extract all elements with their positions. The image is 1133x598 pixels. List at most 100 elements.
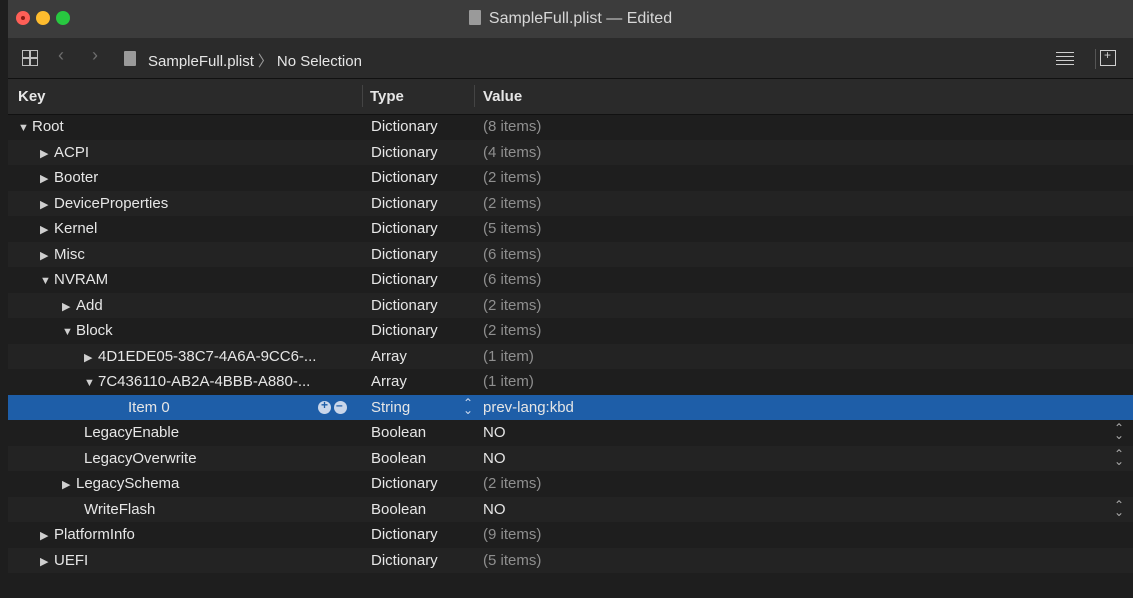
outline-row[interactable]: ▶ Booter Dictionary (2 items) xyxy=(8,165,1133,191)
outline-row[interactable]: ▼ Block Dictionary (2 items) xyxy=(8,318,1133,344)
row-key-cell[interactable]: ▶ LegacySchema xyxy=(62,475,179,492)
column-value-header[interactable]: Value xyxy=(483,88,522,105)
disclosure-expanded-icon[interactable]: ▼ xyxy=(40,275,54,287)
row-key-cell[interactable]: ▼ Root xyxy=(18,118,64,135)
row-value-cell[interactable]: NO xyxy=(483,424,506,441)
outline-row[interactable]: ▼ 7C436110-AB2A-4BBB-A880-... Array (1 item… xyxy=(8,369,1133,395)
row-value-cell[interactable]: prev-lang:kbd xyxy=(483,399,574,416)
row-type-cell[interactable]: Dictionary xyxy=(371,322,438,339)
disclosure-expanded-icon[interactable]: ▼ xyxy=(84,377,98,389)
row-key-cell[interactable]: LegacyEnable xyxy=(84,424,179,441)
row-type-cell[interactable]: Dictionary xyxy=(371,144,438,161)
disclosure-collapsed-icon[interactable]: ▶ xyxy=(84,351,98,364)
add-item-icon[interactable] xyxy=(318,398,331,414)
outline-row[interactable]: ▶ Add Dictionary (2 items) xyxy=(8,292,1133,318)
row-key-cell[interactable]: ▶ ACPI xyxy=(40,144,89,161)
row-value-cell[interactable]: (2 items) xyxy=(483,475,541,492)
row-key-cell[interactable]: ▶ PlatformInfo xyxy=(40,526,135,543)
row-value-cell[interactable]: (4 items) xyxy=(483,144,541,161)
row-key-cell[interactable]: ▶ Add xyxy=(62,297,103,314)
row-value-cell[interactable]: (5 items) xyxy=(483,220,541,237)
editor-lines-icon[interactable] xyxy=(1056,52,1074,66)
row-type-cell[interactable]: Dictionary xyxy=(371,552,438,569)
row-key-cell[interactable]: ▶ Booter xyxy=(40,169,98,186)
outline-row[interactable]: LegacyEnable Boolean NO ⌃ ⌄ xyxy=(8,420,1133,446)
row-type-cell[interactable]: Dictionary xyxy=(371,297,438,314)
disclosure-collapsed-icon[interactable]: ▶ xyxy=(62,478,76,491)
row-type-cell[interactable]: Dictionary xyxy=(371,475,438,492)
row-value-cell[interactable]: (1 item) xyxy=(483,373,534,390)
disclosure-collapsed-icon[interactable]: ▶ xyxy=(40,555,54,568)
row-type-cell[interactable]: Array xyxy=(371,348,407,365)
row-value-cell[interactable]: (1 item) xyxy=(483,348,534,365)
breadcrumb-selection[interactable]: No Selection xyxy=(277,53,362,70)
row-value-cell[interactable]: (8 items) xyxy=(483,118,541,135)
row-key-cell[interactable]: ▼ 7C436110-AB2A-4BBB-A880-... xyxy=(84,373,310,390)
column-divider[interactable] xyxy=(474,85,475,107)
row-key-cell[interactable]: ▶ Misc xyxy=(40,246,85,263)
outline-row[interactable]: WriteFlash Boolean NO ⌃ ⌄ xyxy=(8,496,1133,522)
boolean-popup-chevron-icon[interactable]: ⌃ ⌄ xyxy=(1114,499,1124,518)
disclosure-collapsed-icon[interactable]: ▶ xyxy=(40,529,54,542)
row-type-cell[interactable]: String xyxy=(371,399,410,416)
column-key-header[interactable]: Key xyxy=(18,88,46,105)
outline-row[interactable]: LegacyOverwrite Boolean NO ⌃ ⌄ xyxy=(8,445,1133,471)
type-popup-chevron-icon[interactable]: ⌃ ⌄ xyxy=(463,397,473,416)
row-value-cell[interactable]: NO xyxy=(483,501,506,518)
row-value-cell[interactable]: (2 items) xyxy=(483,322,541,339)
row-value-cell[interactable]: (6 items) xyxy=(483,246,541,263)
remove-item-icon[interactable] xyxy=(334,398,347,414)
forward-chevron-icon[interactable]: › xyxy=(92,45,98,66)
row-key-cell[interactable]: LegacyOverwrite xyxy=(84,450,197,467)
outline-row[interactable]: ▶ DeviceProperties Dictionary (2 items) xyxy=(8,190,1133,216)
row-type-cell[interactable]: Boolean xyxy=(371,450,426,467)
row-key-cell[interactable]: ▶ 4D1EDE05-38C7-4A6A-9CC6-... xyxy=(84,348,316,365)
disclosure-collapsed-icon[interactable]: ▶ xyxy=(40,223,54,236)
outline-row[interactable]: ▶ ACPI Dictionary (4 items) xyxy=(8,139,1133,165)
row-type-cell[interactable]: Dictionary xyxy=(371,271,438,288)
outline-row[interactable]: ▶ PlatformInfo Dictionary (9 items) xyxy=(8,522,1133,548)
row-value-cell[interactable]: (6 items) xyxy=(483,271,541,288)
row-type-cell[interactable]: Dictionary xyxy=(371,118,438,135)
outline-row[interactable]: ▶ Misc Dictionary (6 items) xyxy=(8,241,1133,267)
column-divider[interactable] xyxy=(362,85,363,107)
boolean-popup-chevron-icon[interactable]: ⌃ ⌄ xyxy=(1114,422,1124,441)
row-type-cell[interactable]: Dictionary xyxy=(371,526,438,543)
row-key-cell[interactable]: Item 0 xyxy=(128,399,170,416)
row-key-cell[interactable]: ▶ UEFI xyxy=(40,552,88,569)
inspector-toggle-icon[interactable] xyxy=(1095,48,1116,69)
disclosure-collapsed-icon[interactable]: ▶ xyxy=(40,147,54,160)
disclosure-collapsed-icon[interactable]: ▶ xyxy=(62,300,76,313)
row-type-cell[interactable]: Dictionary xyxy=(371,169,438,186)
outline-row[interactable]: ▶ UEFI Dictionary (5 items) xyxy=(8,547,1133,573)
outline-row[interactable]: Item 0 String ⌃⌄ prev-lang:kbd xyxy=(8,394,1133,420)
disclosure-collapsed-icon[interactable]: ▶ xyxy=(40,172,54,185)
outline-row[interactable]: ▶ Kernel Dictionary (5 items) xyxy=(8,216,1133,242)
outline-row[interactable]: ▼ NVRAM Dictionary (6 items) xyxy=(8,267,1133,293)
row-value-cell[interactable]: (5 items) xyxy=(483,552,541,569)
disclosure-collapsed-icon[interactable]: ▶ xyxy=(40,198,54,211)
row-key-cell[interactable]: WriteFlash xyxy=(84,501,155,518)
row-value-cell[interactable]: (9 items) xyxy=(483,526,541,543)
row-value-cell[interactable]: (2 items) xyxy=(483,297,541,314)
disclosure-expanded-icon[interactable]: ▼ xyxy=(62,326,76,338)
row-key-cell[interactable]: ▼ Block xyxy=(62,322,113,339)
row-type-cell[interactable]: Dictionary xyxy=(371,246,438,263)
disclosure-expanded-icon[interactable]: ▼ xyxy=(18,122,32,134)
row-type-cell[interactable]: Dictionary xyxy=(371,195,438,212)
outline-row[interactable]: ▶ LegacySchema Dictionary (2 items) xyxy=(8,471,1133,497)
row-key-cell[interactable]: ▼ NVRAM xyxy=(40,271,108,288)
boolean-popup-chevron-icon[interactable]: ⌃ ⌄ xyxy=(1114,448,1124,467)
row-key-cell[interactable]: ▶ DeviceProperties xyxy=(40,195,168,212)
row-type-cell[interactable]: Boolean xyxy=(371,501,426,518)
disclosure-collapsed-icon[interactable]: ▶ xyxy=(40,249,54,262)
row-key-cell[interactable]: ▶ Kernel xyxy=(40,220,97,237)
column-type-header[interactable]: Type xyxy=(370,88,404,105)
outline-row[interactable]: ▶ 4D1EDE05-38C7-4A6A-9CC6-... Array (1 item… xyxy=(8,343,1133,369)
outline-row[interactable]: ▼ Root Dictionary (8 items) xyxy=(8,114,1133,140)
breadcrumb-file[interactable]: SampleFull.plist xyxy=(148,53,254,70)
row-value-cell[interactable]: (2 items) xyxy=(483,195,541,212)
related-items-grid-icon[interactable] xyxy=(22,50,38,66)
row-value-cell[interactable]: (2 items) xyxy=(483,169,541,186)
row-type-cell[interactable]: Dictionary xyxy=(371,220,438,237)
